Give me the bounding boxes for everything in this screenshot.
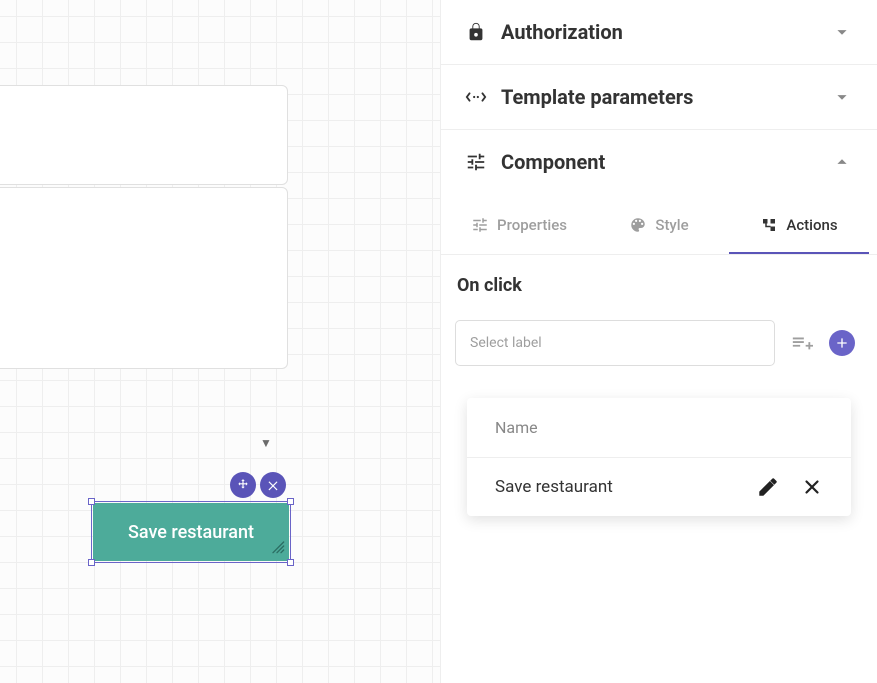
tab-label: Properties [497, 216, 567, 234]
template-params-icon [465, 86, 487, 108]
section-title: Component [501, 150, 605, 174]
add-action-button[interactable] [829, 330, 855, 356]
action-row: Save restaurant [467, 458, 851, 516]
playlist-add-button[interactable] [787, 328, 817, 358]
canvas-area[interactable]: ▼ Save restaurant [0, 0, 440, 683]
card-header: Name [467, 398, 851, 458]
action-label-input[interactable] [455, 320, 775, 366]
pencil-icon [757, 476, 779, 498]
palette-icon [629, 216, 647, 234]
section-authorization[interactable]: Authorization [441, 0, 877, 65]
actions-panel: On click Name Save restaurant [441, 255, 877, 540]
delete-action-button[interactable] [801, 476, 823, 498]
playlist-add-icon [791, 332, 813, 354]
selection-handles [230, 472, 286, 498]
close-icon [266, 478, 280, 492]
chevron-up-icon [831, 151, 853, 173]
workflow-icon [760, 216, 778, 234]
move-handle[interactable] [230, 472, 256, 498]
tab-label: Style [655, 216, 688, 234]
side-panel: Authorization Template parameters Compon… [440, 0, 877, 683]
chevron-down-icon [831, 86, 853, 108]
chevron-down-icon [831, 21, 853, 43]
canvas-block[interactable] [0, 85, 288, 185]
button-label: Save restaurant [128, 522, 254, 543]
actions-card: Name Save restaurant [467, 398, 851, 516]
delete-handle[interactable] [260, 472, 286, 498]
component-tabs: Properties Style Actions [441, 194, 877, 255]
edit-action-button[interactable] [757, 476, 779, 498]
section-title: Template parameters [501, 85, 693, 109]
tune-icon [471, 216, 489, 234]
section-template-parameters[interactable]: Template parameters [441, 65, 877, 130]
save-restaurant-button[interactable]: Save restaurant [93, 503, 289, 561]
section-component[interactable]: Component [441, 130, 877, 194]
resize-grip-icon [269, 538, 285, 559]
tab-properties[interactable]: Properties [449, 194, 589, 254]
section-title: Authorization [501, 20, 623, 44]
move-icon [236, 478, 250, 492]
caret-down-icon: ▼ [260, 436, 272, 450]
action-label: Save restaurant [495, 477, 613, 497]
lock-icon [465, 21, 487, 43]
tab-label: Actions [786, 216, 837, 234]
tab-actions[interactable]: Actions [729, 194, 869, 254]
tab-style[interactable]: Style [589, 194, 729, 254]
canvas-block[interactable] [0, 187, 288, 369]
tune-icon [465, 151, 487, 173]
close-icon [801, 476, 823, 498]
event-title: On click [455, 275, 863, 296]
plus-icon [834, 335, 850, 351]
